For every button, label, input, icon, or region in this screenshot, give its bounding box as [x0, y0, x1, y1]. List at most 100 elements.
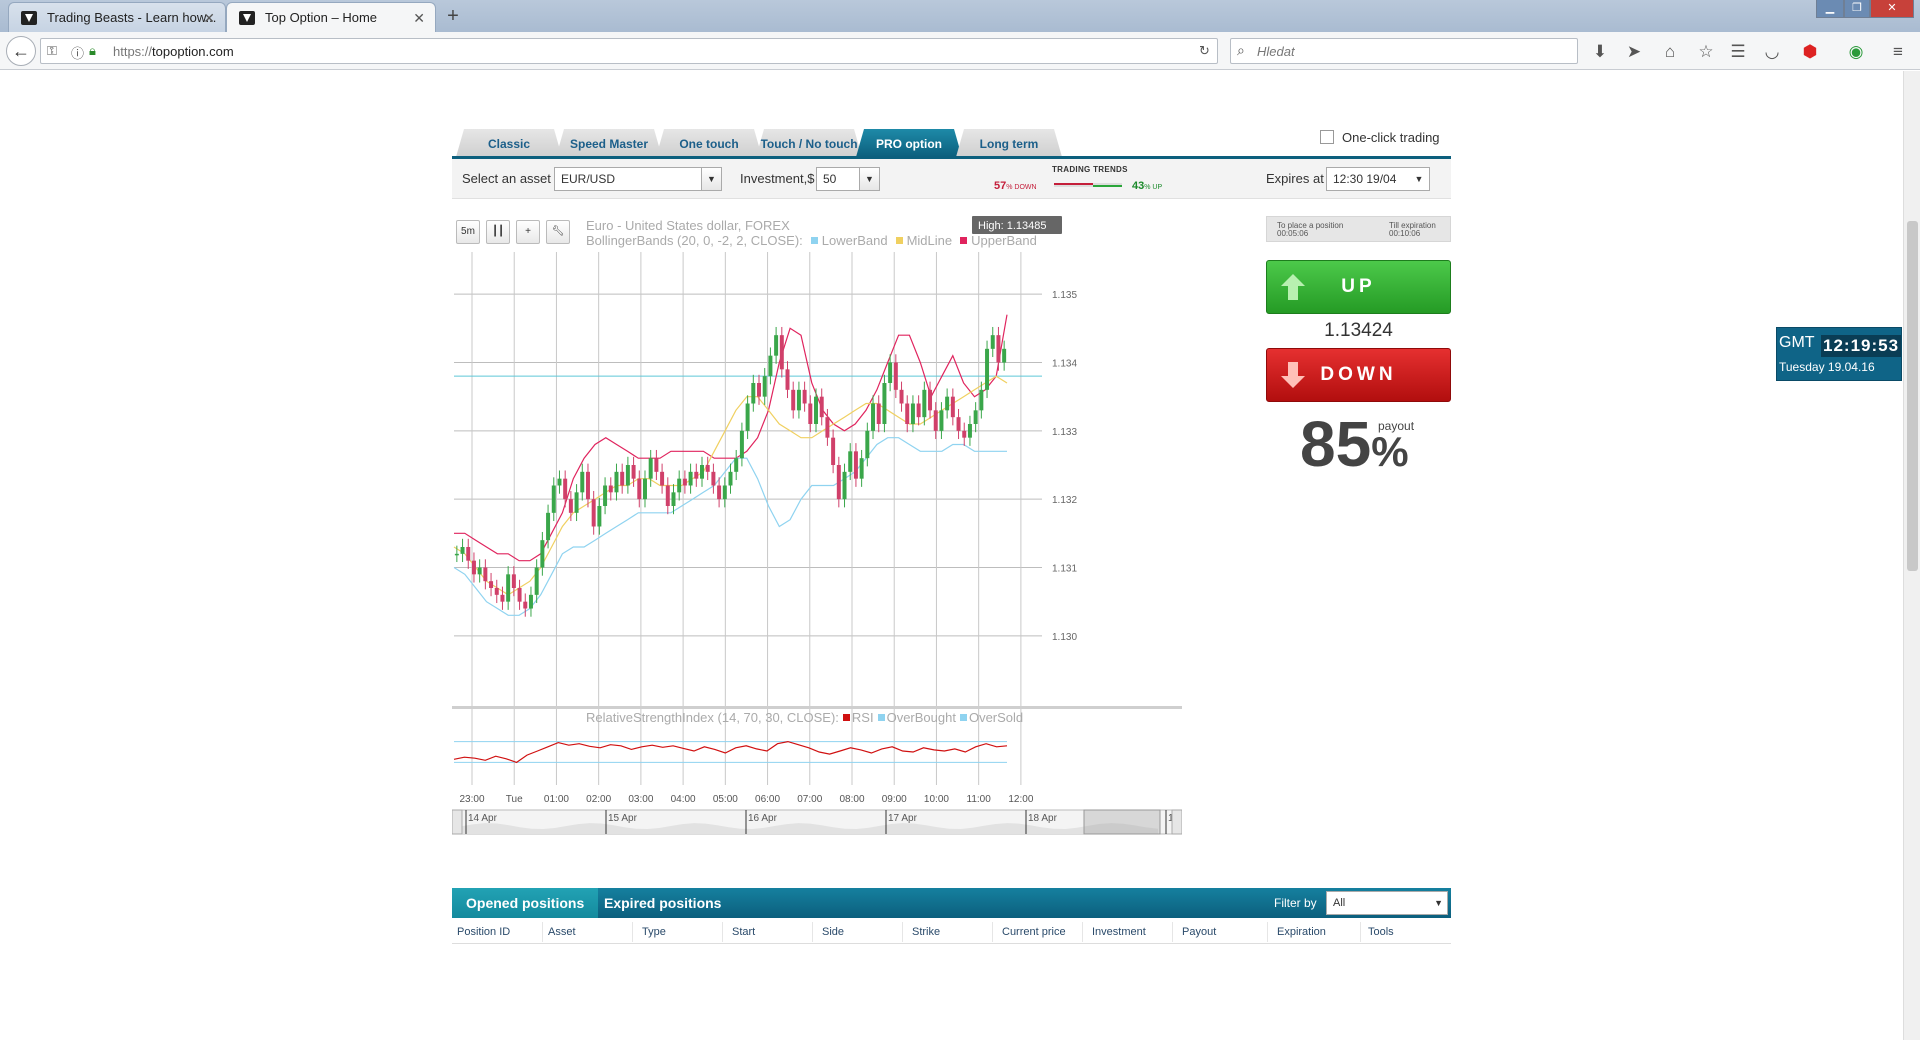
candle-body [888, 362, 893, 383]
col-side[interactable]: Side [822, 926, 844, 938]
home-icon[interactable]: ⌂ [1658, 40, 1682, 64]
col-type[interactable]: Type [642, 926, 666, 938]
col-start[interactable]: Start [732, 926, 755, 938]
candle-body [825, 417, 830, 438]
lowerband-swatch [810, 237, 818, 244]
one-click-checkbox[interactable] [1320, 130, 1334, 144]
candle-body [842, 471, 847, 500]
scrollbar-thumb[interactable] [1907, 221, 1918, 571]
candle-body [973, 410, 978, 424]
oversold-swatch [959, 714, 967, 721]
candle-body [489, 581, 494, 588]
candle-body [779, 335, 784, 370]
asset-select[interactable]: EUR/USD ▼ [554, 167, 722, 191]
menu-icon[interactable]: ≡ [1886, 40, 1910, 64]
chart-canvas[interactable]: 1.135 1.134 1.133 1.132 1.131 1.130 23:00 Tue 01… [452, 210, 1182, 835]
bollinger-legend: BollingerBands (20, 0, -2, 2, CLOSE): Low… [586, 233, 1037, 248]
add-indicator-icon[interactable]: + [516, 220, 540, 244]
timer-box: To place a position 00:05:06 Till expirat… [1266, 216, 1451, 242]
rsi-swatch [842, 714, 850, 721]
maximize-window-button[interactable]: ❐ [1844, 0, 1870, 18]
browser-tab-title: Top Option – Home [265, 10, 378, 25]
col-strike[interactable]: Strike [912, 926, 940, 938]
tab-long-term[interactable]: Long term [956, 129, 1062, 157]
investment-select[interactable]: 50 ▼ [816, 167, 880, 191]
candle-body [865, 430, 870, 459]
tab-classic[interactable]: Classic [456, 129, 562, 157]
new-tab-button[interactable]: + [440, 2, 466, 30]
url-text[interactable]: https://topoption.com [113, 44, 234, 59]
y-tick-label: 1.131 [1052, 564, 1077, 575]
send-icon[interactable]: ➤ [1622, 40, 1646, 64]
one-click-trading-toggle[interactable]: One-click trading [1320, 130, 1440, 145]
price-chart[interactable]: 1.135 1.134 1.133 1.132 1.131 1.130 23:00 Tue 01… [452, 210, 1182, 835]
tab-expired-positions[interactable]: Expired positions [590, 888, 735, 918]
filter-select[interactable]: All ▼ [1326, 891, 1448, 915]
timeframe-button[interactable]: 5m [456, 220, 480, 244]
candlestick-icon[interactable]: ┃┃ [486, 220, 510, 244]
close-tab-icon[interactable]: ✕ [203, 3, 215, 32]
back-button[interactable]: ← [6, 36, 36, 66]
tab-one-touch[interactable]: One touch [656, 129, 762, 157]
y-tick-label: 1.133 [1052, 427, 1077, 438]
col-asset[interactable]: Asset [548, 926, 576, 938]
reload-icon[interactable]: ↻ [1199, 43, 1210, 59]
pocket-icon[interactable]: ◡ [1760, 40, 1784, 64]
down-button[interactable]: DOWN [1266, 348, 1451, 402]
tab-speed-master[interactable]: Speed Master [556, 129, 662, 157]
info-icon[interactable]: ⓘ [71, 43, 84, 62]
col-payout[interactable]: Payout [1182, 926, 1216, 938]
search-input[interactable]: ⌕ Hledat [1230, 38, 1578, 64]
reading-list-icon[interactable]: ☰ [1726, 40, 1750, 64]
candle-body [910, 403, 915, 424]
candle-body [528, 594, 533, 609]
candle-body [785, 369, 790, 390]
col-current-price[interactable]: Current price [1002, 926, 1066, 938]
place-position-timer: To place a position 00:05:06 [1277, 221, 1344, 238]
candle-body [500, 594, 505, 602]
x-tick-label: 11:00 [967, 794, 992, 805]
candle-body [962, 430, 967, 438]
browser-tab-trading-beasts[interactable]: Trading Beasts - Learn how... ✕ [8, 2, 226, 32]
page-scrollbar[interactable] [1903, 71, 1920, 1040]
candle-body [625, 465, 630, 486]
candle-body [671, 492, 676, 506]
y-tick-label: 1.134 [1052, 359, 1077, 370]
navigator-date: 15 Apr [608, 813, 638, 824]
chevron-down-icon: ▼ [1434, 898, 1443, 908]
candle-body [660, 471, 665, 486]
candle-body [717, 485, 722, 500]
up-button[interactable]: UP [1266, 260, 1451, 314]
download-icon[interactable]: ⬇ [1588, 40, 1612, 64]
adblock-icon[interactable]: ⬢ [1798, 40, 1822, 64]
col-position-id[interactable]: Position ID [457, 926, 510, 938]
wrench-icon[interactable]: 🔧︎ [546, 220, 570, 244]
tab-opened-positions[interactable]: Opened positions [452, 888, 599, 918]
trend-down: 57% DOWN [994, 180, 1037, 192]
expiry-select[interactable]: 12:30 19/04 ▼ [1326, 167, 1430, 191]
close-window-button[interactable]: ✕ [1870, 0, 1914, 18]
extension-icon[interactable]: ◉ [1844, 40, 1868, 64]
tab-touch-no-touch[interactable]: Touch / No touch [756, 129, 862, 157]
tab-pro-option[interactable]: PRO option [856, 129, 962, 157]
search-placeholder: Hledat [1257, 44, 1295, 59]
candle-body [967, 424, 972, 438]
top-option-favicon-icon [239, 11, 255, 25]
col-investment[interactable]: Investment [1092, 926, 1146, 938]
pane-separator [452, 706, 1182, 709]
candle-body [563, 478, 568, 500]
candle-body [899, 389, 904, 404]
browser-tab-top-option[interactable]: Top Option – Home ✕ [226, 2, 436, 32]
candle-body [705, 465, 710, 472]
minimize-window-button[interactable]: ▁ [1816, 0, 1844, 18]
key-icon[interactable]: ⚿ [47, 43, 57, 59]
close-tab-icon[interactable]: ✕ [413, 3, 425, 32]
bookmark-star-icon[interactable]: ☆ [1694, 40, 1718, 64]
candle-body [460, 547, 465, 554]
col-expiration[interactable]: Expiration [1277, 926, 1326, 938]
rsi-line [453, 740, 1008, 764]
address-bar[interactable]: ⚿ ⓘ 🔒︎ https://topoption.com ↻ [40, 38, 1218, 64]
col-tools[interactable]: Tools [1368, 926, 1394, 938]
candle-body [523, 601, 528, 609]
candle-body [637, 478, 642, 500]
